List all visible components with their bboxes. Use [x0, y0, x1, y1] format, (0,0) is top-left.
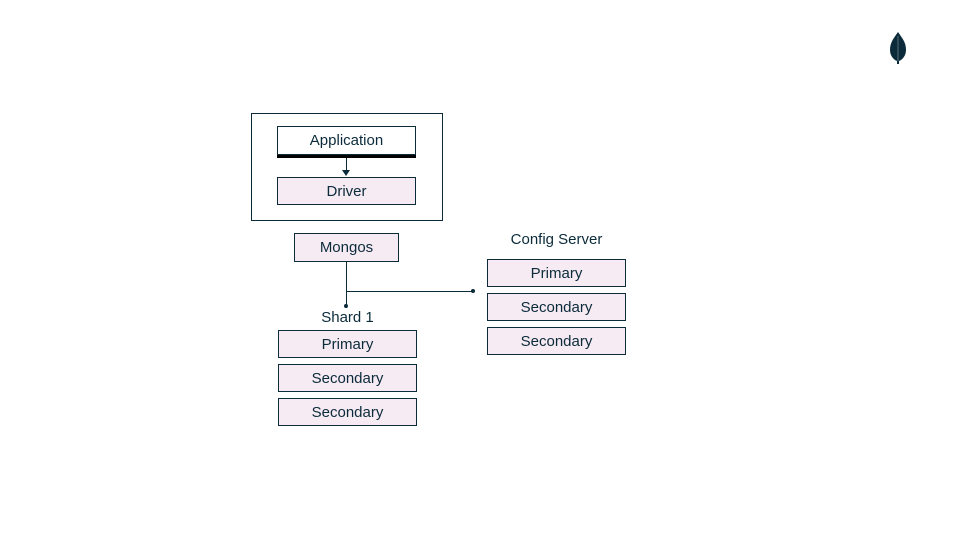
config-server-title: Config Server	[487, 231, 626, 248]
driver-label: Driver	[327, 183, 367, 200]
shard1-secondary2-box: Secondary	[278, 398, 417, 426]
application-box: Application	[277, 126, 416, 155]
config-secondary1-box: Secondary	[487, 293, 626, 321]
mongos-label: Mongos	[320, 239, 373, 256]
dot-config-end	[471, 289, 475, 293]
shard1-secondary2-label: Secondary	[312, 404, 384, 421]
shard1-primary-label: Primary	[322, 336, 374, 353]
dot-mongos-bottom	[344, 304, 348, 308]
config-secondary2-label: Secondary	[521, 333, 593, 350]
mongodb-leaf-icon	[888, 32, 908, 69]
config-primary-box: Primary	[487, 259, 626, 287]
config-primary-label: Primary	[531, 265, 583, 282]
arrowhead-app-to-driver	[342, 170, 350, 176]
connector-to-config	[346, 291, 473, 292]
config-secondary2-box: Secondary	[487, 327, 626, 355]
shard1-secondary1-label: Secondary	[312, 370, 384, 387]
driver-box: Driver	[277, 177, 416, 205]
shard1-secondary1-box: Secondary	[278, 364, 417, 392]
application-label: Application	[310, 132, 383, 149]
shard1-primary-box: Primary	[278, 330, 417, 358]
connector-mongos-down	[346, 262, 347, 308]
shard1-title: Shard 1	[278, 309, 417, 326]
config-secondary1-label: Secondary	[521, 299, 593, 316]
mongos-box: Mongos	[294, 233, 399, 262]
